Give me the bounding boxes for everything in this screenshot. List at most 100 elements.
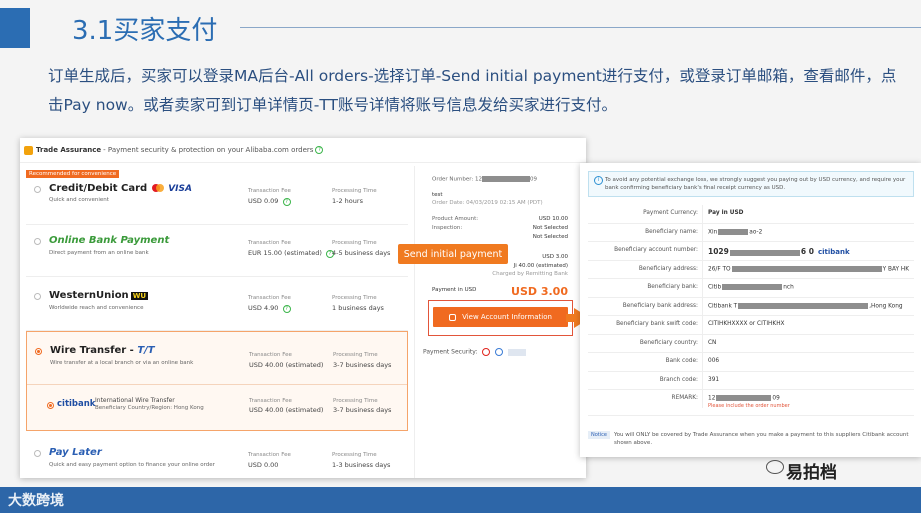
account-row-value: CN xyxy=(708,339,717,346)
account-row-value: 26/F TO Y BAY HK xyxy=(708,265,910,272)
cell-divider xyxy=(702,371,703,390)
account-row: Bank code: 006 xyxy=(588,353,914,372)
masked-text xyxy=(481,176,530,182)
trade-assurance-icon xyxy=(24,145,33,155)
method-western-union[interactable]: WesternUnion WU Worldwide reach and conve… xyxy=(26,277,408,331)
wu-logo: WU xyxy=(130,292,149,300)
method-wire-transfer[interactable]: Wire Transfer - T/T Wire transfer at a l… xyxy=(26,331,408,431)
cell-divider xyxy=(702,334,703,353)
recommended-tag: Recommended for convenience xyxy=(26,170,120,178)
masked-text xyxy=(731,265,882,272)
method-name: WesternUnion WU xyxy=(49,290,149,301)
method-desc: Quick and convenient xyxy=(49,197,109,203)
method-desc: Quick and easy payment option to finance… xyxy=(49,462,215,468)
processing-value: 3-7 business days xyxy=(333,361,392,369)
order-summary: Order Number: 12 09 test Order Date: 04/0… xyxy=(432,176,568,298)
trade-assurance-header: Trade Assurance - Payment security & pro… xyxy=(20,138,586,163)
cell-divider xyxy=(702,205,703,223)
radio-citibank[interactable] xyxy=(47,402,54,409)
account-row-label: Beneficiary name: xyxy=(645,228,698,235)
radio-online-bank[interactable] xyxy=(34,238,41,245)
radio-pay-later[interactable] xyxy=(34,450,41,457)
account-row: Beneficiary name: Xin ao-2 xyxy=(588,223,914,242)
account-row-value: Pay in USD xyxy=(708,210,744,216)
security-seal-icon xyxy=(482,348,491,356)
slide-title: 3.1买家支付 xyxy=(72,16,218,46)
processing-label: Processing Time xyxy=(332,452,377,458)
citibank-logo: citibank xyxy=(817,248,850,256)
radio-wire-transfer[interactable] xyxy=(35,348,42,355)
trade-assurance-desc: - Payment security & protection on your … xyxy=(103,146,314,154)
fee-label: Transaction Fee xyxy=(249,352,292,358)
footer-bar xyxy=(0,487,921,513)
account-row-value: Citib nch xyxy=(708,284,794,291)
radio-western-union[interactable] xyxy=(34,293,41,300)
view-account-info-button[interactable]: View Account Information xyxy=(433,307,568,327)
account-row-value: CITIHKHXXXX or CITIHKHX xyxy=(708,321,785,327)
fee-label: Transaction Fee xyxy=(248,188,291,194)
masked-text xyxy=(722,284,783,290)
cell-divider xyxy=(702,279,703,297)
account-row-value: 006 xyxy=(708,358,720,364)
payment-total: USD 3.00 xyxy=(511,285,568,298)
fee-label: Transaction Fee xyxy=(248,240,291,246)
account-row-label: Payment Currency: xyxy=(643,210,698,216)
citibank-logo: citibank xyxy=(57,399,96,409)
cell-divider xyxy=(702,223,703,242)
mastercard-icon xyxy=(152,184,165,192)
column-divider xyxy=(414,166,415,478)
method-online-bank[interactable]: Online Bank Payment Direct payment from … xyxy=(26,225,408,277)
title-bar: 3.1买家支付 xyxy=(0,8,921,48)
account-row-label: Bank code: xyxy=(665,358,698,364)
fee-value: USD 4.90 ? xyxy=(248,304,291,313)
account-info-panel: To avoid any potential exchange loss, we… xyxy=(580,163,921,457)
payment-panel: Trade Assurance - Payment security & pro… xyxy=(20,138,586,478)
processing-label: Processing Time xyxy=(332,295,377,301)
processing-value: 1-3 business days xyxy=(332,461,391,469)
cell-divider xyxy=(702,297,703,316)
title-divider xyxy=(240,27,921,28)
payment-security: Payment Security: xyxy=(423,348,527,356)
account-row-label: Beneficiary country: xyxy=(639,339,698,346)
radio-credit-card[interactable] xyxy=(34,186,41,193)
account-row: Branch code: 391 xyxy=(588,371,914,390)
cell-divider xyxy=(702,260,703,279)
send-initial-payment-callout[interactable]: Send initial payment xyxy=(398,244,508,264)
account-row: Payment Currency: Pay in USD xyxy=(588,205,914,224)
fee-label: Transaction Fee xyxy=(249,398,292,404)
tt-logo: T/T xyxy=(137,345,155,356)
fee-label: Transaction Fee xyxy=(248,452,291,458)
help-icon[interactable]: ? xyxy=(282,305,291,313)
account-row: Beneficiary bank swift code: CITIHKHXXXX … xyxy=(588,316,914,335)
method-credit-card[interactable]: Credit/Debit Card VISA Quick and convenie… xyxy=(26,176,408,225)
order-number: Order Number: 12 09 xyxy=(432,176,537,183)
masked-text xyxy=(716,395,772,401)
processing-label: Processing Time xyxy=(332,188,377,194)
help-icon[interactable]: ? xyxy=(315,146,324,154)
account-row-label: Branch code: xyxy=(659,376,698,383)
cell-divider xyxy=(702,242,703,260)
cell-divider xyxy=(702,316,703,334)
account-row: Beneficiary country: CN xyxy=(588,334,914,353)
shield-icon xyxy=(449,313,457,321)
security-seal-icon xyxy=(495,348,504,356)
masked-text xyxy=(738,302,869,309)
processing-value: 3-7 business days xyxy=(333,406,392,414)
method-desc: Wire transfer at a local branch or via a… xyxy=(50,360,194,366)
account-row: REMARK: 12 09 Please include the order numb… xyxy=(588,390,914,416)
fee-value: EUR 15.00 (estimated) ? xyxy=(248,249,334,258)
fee-value: USD 40.00 (estimated) xyxy=(249,361,324,369)
fee-label: Transaction Fee xyxy=(248,295,291,301)
trade-assurance-title: Trade Assurance xyxy=(36,146,102,154)
account-row-value: 391 xyxy=(708,376,720,383)
processing-value: 4-5 business days xyxy=(332,249,391,257)
fee-value: USD 0.09 ? xyxy=(248,197,291,206)
account-row-label: Beneficiary account number: xyxy=(614,247,698,253)
account-row-value: Citibank T ,Hong Kong xyxy=(708,302,903,309)
processing-label: Processing Time xyxy=(333,398,378,404)
method-name: Credit/Debit Card VISA xyxy=(49,183,192,194)
method-name: Pay Later xyxy=(49,447,102,458)
order-test: test xyxy=(432,192,443,198)
method-pay-later[interactable]: Pay Later Quick and easy payment option … xyxy=(26,436,408,478)
help-icon[interactable]: ? xyxy=(282,198,291,206)
